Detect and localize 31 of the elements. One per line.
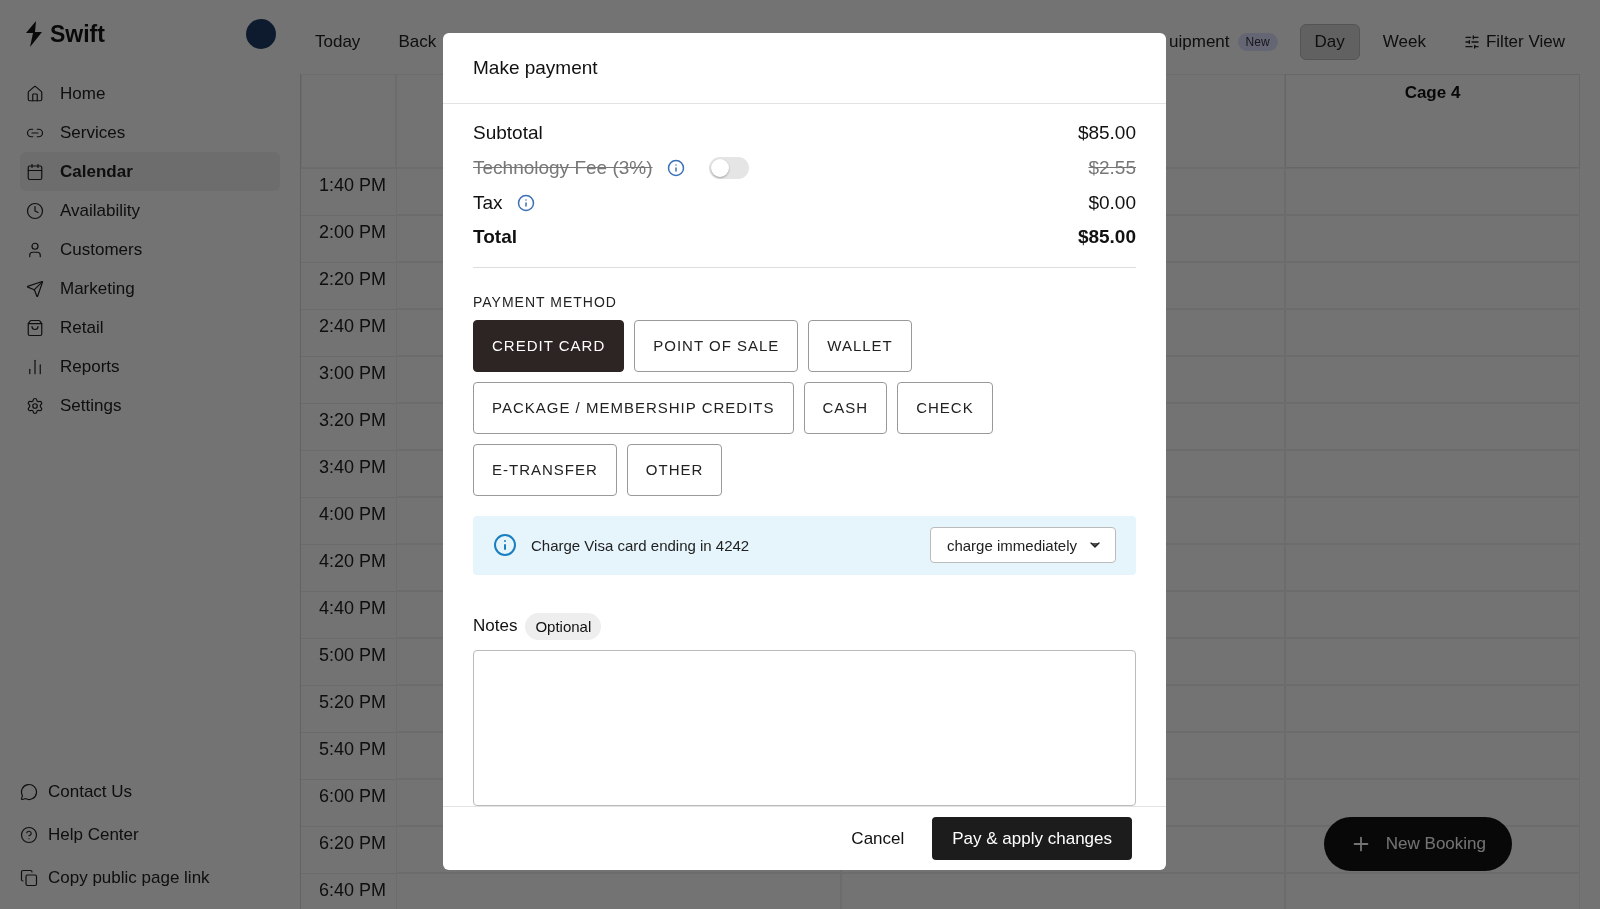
summary-label: Subtotal [473, 122, 543, 145]
notes-label: Notes [473, 616, 518, 637]
time-label: 3:00 PM [301, 356, 396, 403]
time-label: 2:00 PM [301, 215, 396, 262]
time-label: 6:40 PM [301, 873, 396, 909]
time-label: 5:20 PM [301, 685, 396, 732]
summary-amount: $2.55 [1088, 157, 1136, 180]
time-label: 2:20 PM [301, 262, 396, 309]
column-header: Cage 4 [1285, 74, 1580, 168]
time-label: 3:40 PM [301, 450, 396, 497]
time-label: 4:40 PM [301, 591, 396, 638]
summary-amount: $85.00 [1077, 226, 1136, 249]
summary-label: Total [473, 226, 517, 249]
time-label: 1:40 PM [301, 168, 396, 215]
time-label: 4:00 PM [301, 497, 396, 544]
optional-badge: Optional [525, 613, 602, 640]
time-label: 5:00 PM [301, 638, 396, 685]
time-label: 6:20 PM [301, 826, 396, 873]
time-label: 6:00 PM [301, 779, 396, 826]
new-badge: New [1237, 33, 1278, 51]
section-label: PAYMENT METHOD [473, 293, 618, 310]
summary-label: Technology Fee (3%) [473, 157, 653, 180]
time-label: 3:20 PM [301, 403, 396, 450]
dialog-title: Make payment [473, 57, 598, 79]
time-label: 2:40 PM [301, 309, 396, 356]
summary-label: Tax [473, 191, 503, 214]
summary-amount: $85.00 [1077, 122, 1136, 145]
time-label: 4:20 PM [301, 544, 396, 591]
time-label: 5:40 PM [301, 732, 396, 779]
banner-text: Charge Visa card ending in 4242 [531, 536, 750, 554]
summary-amount: $0.00 [1088, 191, 1136, 214]
